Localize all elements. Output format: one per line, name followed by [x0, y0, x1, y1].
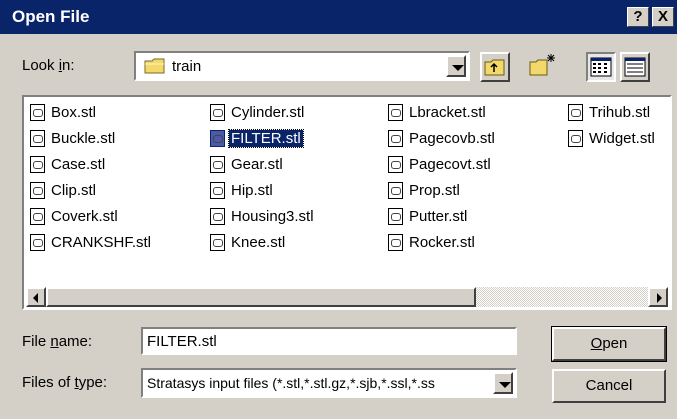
file-item-label: Coverk.stl [51, 207, 118, 225]
file-type-dropdown-arrow[interactable] [493, 372, 513, 394]
stl-file-icon [210, 233, 225, 251]
file-type-dropdown[interactable]: Stratasys input files (*.stl,*.stl.gz,*.… [141, 368, 517, 398]
file-item[interactable]: Hip.stl [210, 179, 275, 201]
new-folder-icon [529, 54, 555, 76]
window-title: Open File [12, 7, 90, 26]
file-item[interactable]: Housing3.stl [210, 205, 316, 227]
file-type-label: Files of type: [22, 374, 108, 391]
stl-file-icon [210, 181, 225, 199]
stl-file-icon [30, 233, 45, 251]
file-item[interactable]: Putter.stl [388, 205, 469, 227]
stl-file-icon [388, 155, 403, 173]
file-item-label: CRANKSHF.stl [51, 233, 152, 251]
file-item[interactable]: Clip.stl [30, 179, 98, 201]
file-item-label: Trihub.stl [589, 103, 651, 121]
file-item[interactable]: Trihub.stl [568, 101, 652, 123]
details-view-icon [624, 57, 646, 77]
file-item[interactable]: Widget.stl [568, 127, 657, 149]
stl-file-icon [568, 129, 583, 147]
close-button[interactable]: X [652, 7, 674, 27]
stl-file-icon [30, 103, 45, 121]
stl-file-icon [388, 129, 403, 147]
stl-file-icon [30, 207, 45, 225]
title-bar[interactable]: Open File ? X [0, 0, 677, 34]
file-type-value: Stratasys input files (*.stl,*.stl.gz,*.… [147, 375, 435, 391]
file-item-label: Prop.stl [409, 181, 460, 199]
file-item-label: Knee.stl [231, 233, 286, 251]
arrow-left-icon [33, 293, 38, 303]
file-item[interactable]: Pagecovb.stl [388, 127, 497, 149]
file-item[interactable]: Gear.stl [210, 153, 285, 175]
look-in-value: train [172, 58, 202, 75]
stl-file-icon [30, 181, 45, 199]
file-item-label: Box.stl [51, 103, 97, 121]
stl-file-icon [210, 155, 225, 173]
open-button[interactable]: Open [551, 326, 667, 362]
file-item-label: Case.stl [51, 155, 106, 173]
list-view-button[interactable] [586, 52, 616, 82]
file-item[interactable]: Rocker.stl [388, 231, 477, 253]
scrollbar-thumb[interactable] [46, 287, 476, 307]
file-name-value: FILTER.stl [147, 333, 217, 350]
file-name-input[interactable]: FILTER.stl [141, 327, 517, 355]
chevron-down-icon [499, 382, 511, 388]
file-item[interactable]: Knee.stl [210, 231, 287, 253]
stl-file-icon [568, 103, 583, 121]
file-item[interactable]: Lbracket.stl [388, 101, 488, 123]
cancel-button[interactable]: Cancel [552, 369, 666, 403]
file-item[interactable]: Pagecovt.stl [388, 153, 493, 175]
stl-file-icon [388, 103, 403, 121]
file-item-label: Rocker.stl [409, 233, 475, 251]
stl-file-icon [210, 207, 225, 225]
open-file-dialog: Open File ? X Look in: train Box.stl Buc… [0, 0, 677, 419]
stl-file-icon [30, 129, 45, 147]
file-item-label: Pagecovt.stl [409, 155, 491, 173]
file-item[interactable]: Box.stl [30, 101, 98, 123]
file-item-label: Putter.stl [409, 207, 468, 225]
horizontal-scrollbar[interactable] [26, 287, 668, 307]
up-folder-icon [484, 59, 505, 76]
file-item-label: Lbracket.stl [409, 103, 486, 121]
scroll-right-button[interactable] [648, 287, 668, 307]
details-view-button[interactable] [620, 52, 650, 82]
file-item-label: Housing3.stl [231, 207, 314, 225]
stl-file-icon [210, 103, 225, 121]
folder-icon [144, 58, 165, 74]
look-in-dropdown-arrow[interactable] [446, 55, 466, 77]
create-new-folder-button[interactable] [527, 52, 561, 82]
up-one-level-button[interactable] [480, 52, 510, 82]
chevron-down-icon [452, 65, 464, 71]
stl-file-icon [388, 233, 403, 251]
look-in-dropdown[interactable]: train [134, 51, 470, 81]
list-view-icon [590, 57, 612, 77]
file-item-label: Clip.stl [51, 181, 97, 199]
file-item[interactable]: CRANKSHF.stl [30, 231, 153, 253]
look-in-label: Look in: [22, 57, 75, 74]
file-item-label: Buckle.stl [51, 129, 116, 147]
file-item[interactable]: FILTER.stl [210, 127, 304, 149]
file-item[interactable]: Prop.stl [388, 179, 462, 201]
stl-file-icon [210, 129, 225, 147]
file-item[interactable]: Buckle.stl [30, 127, 117, 149]
file-item-label: Widget.stl [589, 129, 655, 147]
file-item[interactable]: Coverk.stl [30, 205, 120, 227]
stl-file-icon [388, 207, 403, 225]
file-item[interactable]: Cylinder.stl [210, 101, 306, 123]
file-item-label: Hip.stl [231, 181, 273, 199]
help-button[interactable]: ? [627, 7, 649, 27]
file-item-label: Pagecovb.stl [409, 129, 495, 147]
file-name-label: File name: [22, 333, 93, 350]
stl-file-icon [388, 181, 403, 199]
file-item-label: Gear.stl [231, 155, 283, 173]
scroll-left-button[interactable] [26, 287, 46, 307]
file-item-label: Cylinder.stl [231, 103, 305, 121]
file-item[interactable]: Case.stl [30, 153, 107, 175]
file-list[interactable]: Box.stl Buckle.stl Case.stl Clip.stl Coverk.… [22, 95, 672, 310]
arrow-right-icon [657, 293, 662, 303]
file-item-label: FILTER.stl [228, 128, 304, 148]
stl-file-icon [30, 155, 45, 173]
